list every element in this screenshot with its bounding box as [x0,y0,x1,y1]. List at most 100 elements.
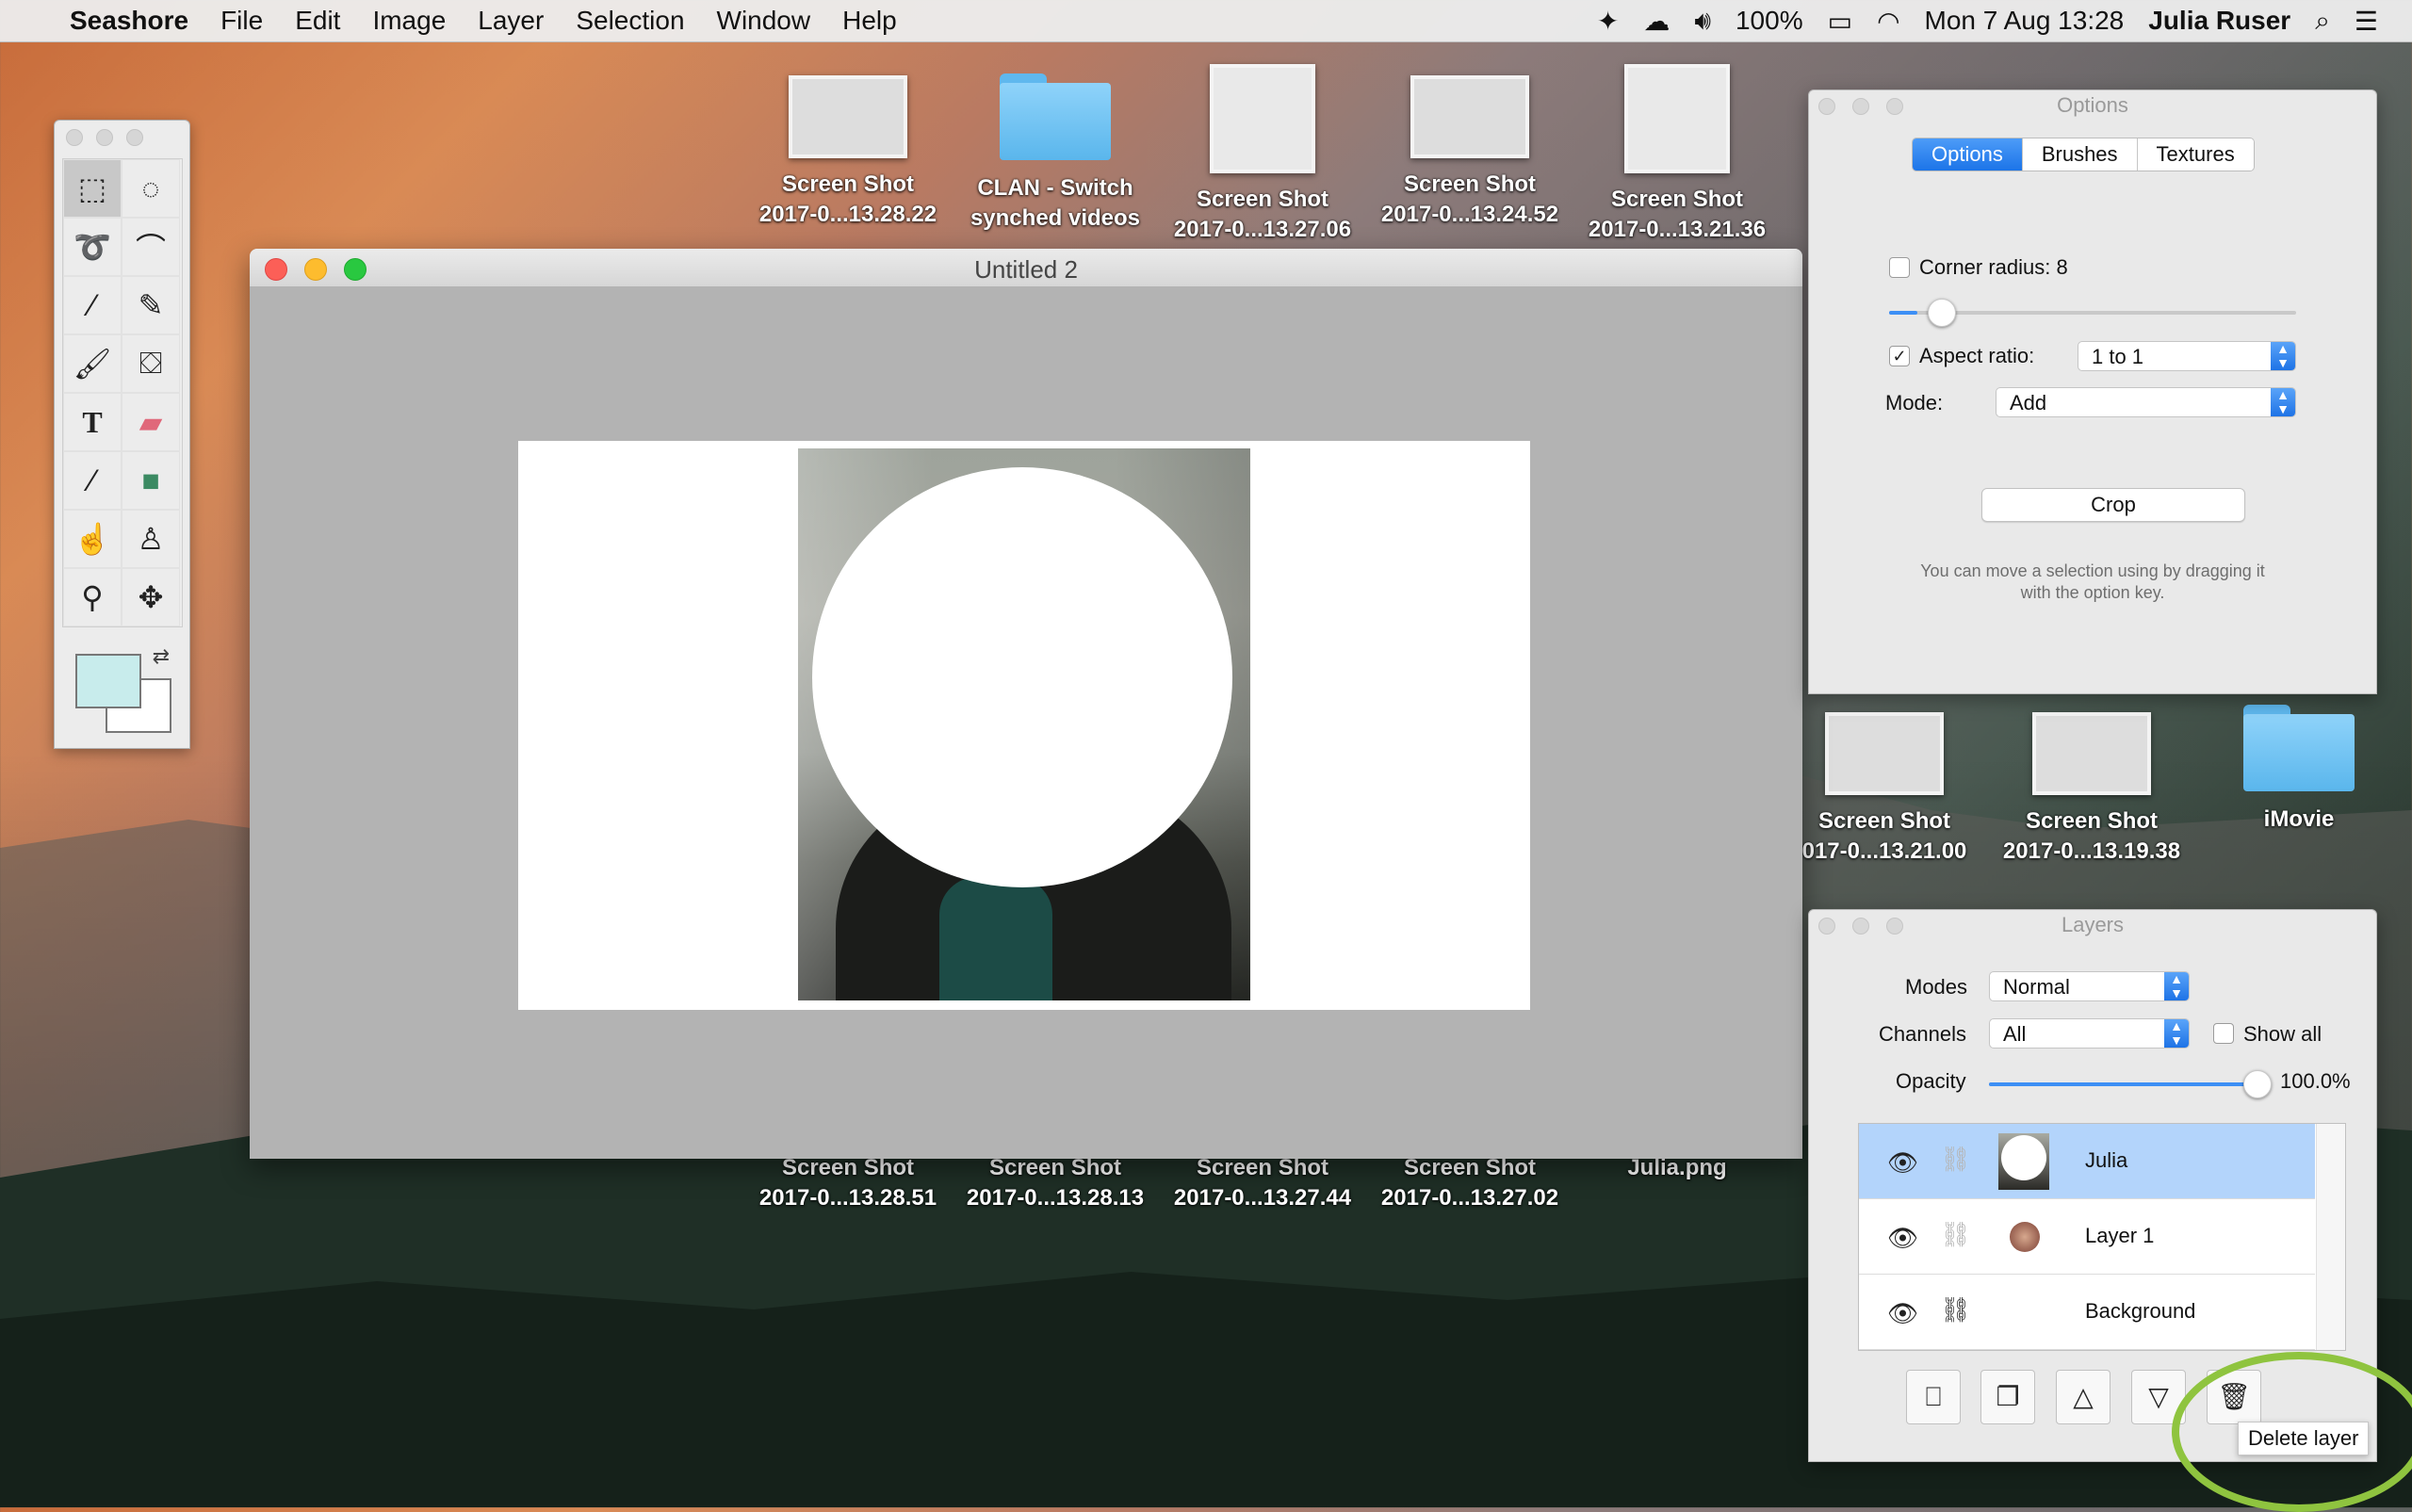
image-canvas[interactable] [518,441,1530,1010]
menu-file[interactable]: File [220,6,263,36]
opacity-slider-knob[interactable] [2243,1070,2272,1098]
zoom-tool-icon[interactable]: ⚲ [63,568,122,626]
rect-select-tool-icon[interactable]: ⬚ [63,159,122,218]
minimize-icon[interactable] [1852,918,1869,935]
swap-colors-icon[interactable]: ⇄ [153,644,170,669]
magic-wand-tool-icon[interactable]: ⁄ [63,276,122,334]
channels-select[interactable]: All ▲ ▼ [1989,1018,2190,1049]
app-menu[interactable]: Seashore [70,6,188,36]
close-icon[interactable] [1818,918,1835,935]
menu-help[interactable]: Help [842,6,897,36]
duplicate-layer-icon[interactable]: ❐ [1980,1370,2035,1424]
link-chain-icon[interactable]: ⛓︎ [1940,1145,1971,1174]
brush-tool-icon[interactable]: 🖌︎ [63,334,122,393]
tab-brushes[interactable]: Brushes [2022,138,2138,171]
lasso-tool-icon[interactable]: ➰ [63,218,122,276]
menu-window[interactable]: Window [717,6,811,36]
modes-select[interactable]: Normal ▲ ▼ [1989,971,2190,1001]
link-chain-icon[interactable]: ⛓︎ [1940,1220,1971,1249]
link-chain-icon[interactable]: ⛓︎ [1940,1295,1971,1325]
file-thumbnail [789,75,907,158]
desktop-file-icon[interactable]: Screen Shot 2017-0...13.28.51 [744,1153,952,1213]
move-layer-up-icon[interactable]: △ [2056,1370,2110,1424]
desktop-folder-icon[interactable]: iMovie [2195,705,2403,835]
corner-radius-slider-knob[interactable] [1928,299,1956,327]
desktop-folder-icon[interactable]: CLAN - Switch synched videos [952,73,1159,234]
clock[interactable]: Mon 7 Aug 13:28 [1925,6,2125,36]
smudge-tool-icon[interactable]: ☝ [63,510,122,568]
bucket-tool-icon[interactable]: ⛋ [122,334,180,393]
aspect-ratio-value: 1 to 1 [2092,345,2144,368]
pencil-tool-icon[interactable]: ✎ [122,276,180,334]
layer-row-julia[interactable]: 👁︎ ⛓︎ Julia [1859,1124,2315,1199]
corner-radius-checkbox[interactable] [1889,257,1910,278]
document-titlebar[interactable]: Untitled 2 [250,249,1802,287]
file-label: 2017-0...13.28.22 [758,202,937,227]
desktop-file-icon[interactable]: Screen Shot 2017-0...13.27.06 [1159,64,1366,245]
ellipse-select-tool-icon[interactable]: ◌ [122,159,180,218]
minimize-icon[interactable] [1852,98,1869,115]
aspect-ratio-select[interactable]: 1 to 1 ▲ ▼ [2078,341,2296,371]
tab-options[interactable]: Options [1913,138,2023,171]
new-layer-icon[interactable]: ⎕ [1906,1370,1961,1424]
desktop-file-icon[interactable]: Screen Shot 2017-0...13.21.36 [1573,64,1781,245]
battery-icon[interactable]: ▭ [1828,6,1852,37]
eraser-tool-icon[interactable]: ▰ [122,393,180,451]
desktop-file-icon[interactable]: Screen Shot 2017-0...13.24.52 [1366,75,1573,230]
corner-radius-label: Corner radius: 8 [1919,255,2068,279]
desktop-file-icon[interactable]: Screen Shot 2017-0...13.19.38 [1988,712,2195,867]
close-icon[interactable] [1818,98,1835,115]
wifi-icon[interactable]: ◠ [1877,6,1899,37]
dropbox-icon[interactable]: ✦ [1597,6,1619,37]
creative-cloud-icon[interactable]: ☁ [1643,6,1670,37]
gradient-tool-icon[interactable]: ■ [122,451,180,510]
file-label: 2017-0...13.19.38 [2002,838,2181,864]
zoom-icon[interactable] [126,129,143,146]
show-all-checkbox[interactable] [2213,1023,2234,1044]
crop-button[interactable]: Crop [1981,488,2245,522]
menu-selection[interactable]: Selection [576,6,684,36]
file-label: 2017-0...13.28.13 [966,1185,1145,1211]
battery-percent[interactable]: 100% [1736,6,1803,36]
layer-row-background[interactable]: 👁︎ ⛓︎ Background [1859,1275,2315,1350]
volume-icon[interactable]: 🔊︎ [1694,6,1711,37]
opacity-slider[interactable] [1989,1082,2257,1086]
minimize-icon[interactable] [96,129,113,146]
polygon-lasso-tool-icon[interactable]: ⌒ [122,218,180,276]
desktop-file-icon[interactable]: Screen Shot 017-0...13.21.00 [1781,712,1988,867]
channels-label: Channels [1879,1022,1966,1046]
visibility-eye-icon[interactable]: 👁︎ [1887,1148,1918,1178]
close-icon[interactable] [66,129,83,146]
clone-stamp-tool-icon[interactable]: ♙ [122,510,180,568]
desktop-file-icon[interactable]: Screen Shot 2017-0...13.27.02 [1366,1153,1573,1213]
file-label: Screen Shot [2025,808,2159,834]
menu-image[interactable]: Image [372,6,446,36]
zoom-icon[interactable] [1886,98,1903,115]
layer-name: Background [2085,1299,2196,1323]
menu-edit[interactable]: Edit [295,6,340,36]
desktop-file-icon[interactable]: Screen Shot 2017-0...13.28.13 [952,1153,1159,1213]
text-tool-icon[interactable]: T [63,393,122,451]
layer-row-layer-1[interactable]: 👁︎ ⛓︎ Layer 1 [1859,1199,2315,1275]
visibility-eye-icon[interactable]: 👁︎ [1887,1224,1918,1253]
notification-center-icon[interactable]: ☰ [2355,6,2378,37]
palette-titlebar[interactable] [55,121,189,149]
foreground-color-swatch[interactable] [75,654,141,708]
layers-titlebar[interactable]: Layers [1809,910,2376,940]
desktop-file-icon[interactable]: Screen Shot 2017-0...13.28.22 [744,75,952,230]
options-titlebar[interactable]: Options [1809,90,2376,121]
aspect-ratio-checkbox[interactable]: ✓ [1889,346,1910,366]
zoom-icon[interactable] [1886,918,1903,935]
tab-textures[interactable]: Textures [2137,138,2254,171]
spotlight-search-icon[interactable]: ⌕ [2315,6,2330,37]
desktop-file-icon[interactable]: Screen Shot 2017-0...13.27.44 [1159,1153,1366,1213]
mode-select[interactable]: Add ▲ ▼ [1996,387,2296,417]
move-tool-icon[interactable]: ✥ [122,568,180,626]
file-thumbnail [1410,75,1529,158]
eyedropper-tool-icon[interactable]: ⁄ [63,451,122,510]
layers-scrollbar[interactable] [2316,1124,2345,1350]
user-menu[interactable]: Julia Ruser [2148,6,2290,36]
file-thumbnail [2032,712,2151,795]
visibility-eye-icon[interactable]: 👁︎ [1887,1299,1918,1328]
menu-layer[interactable]: Layer [478,6,544,36]
